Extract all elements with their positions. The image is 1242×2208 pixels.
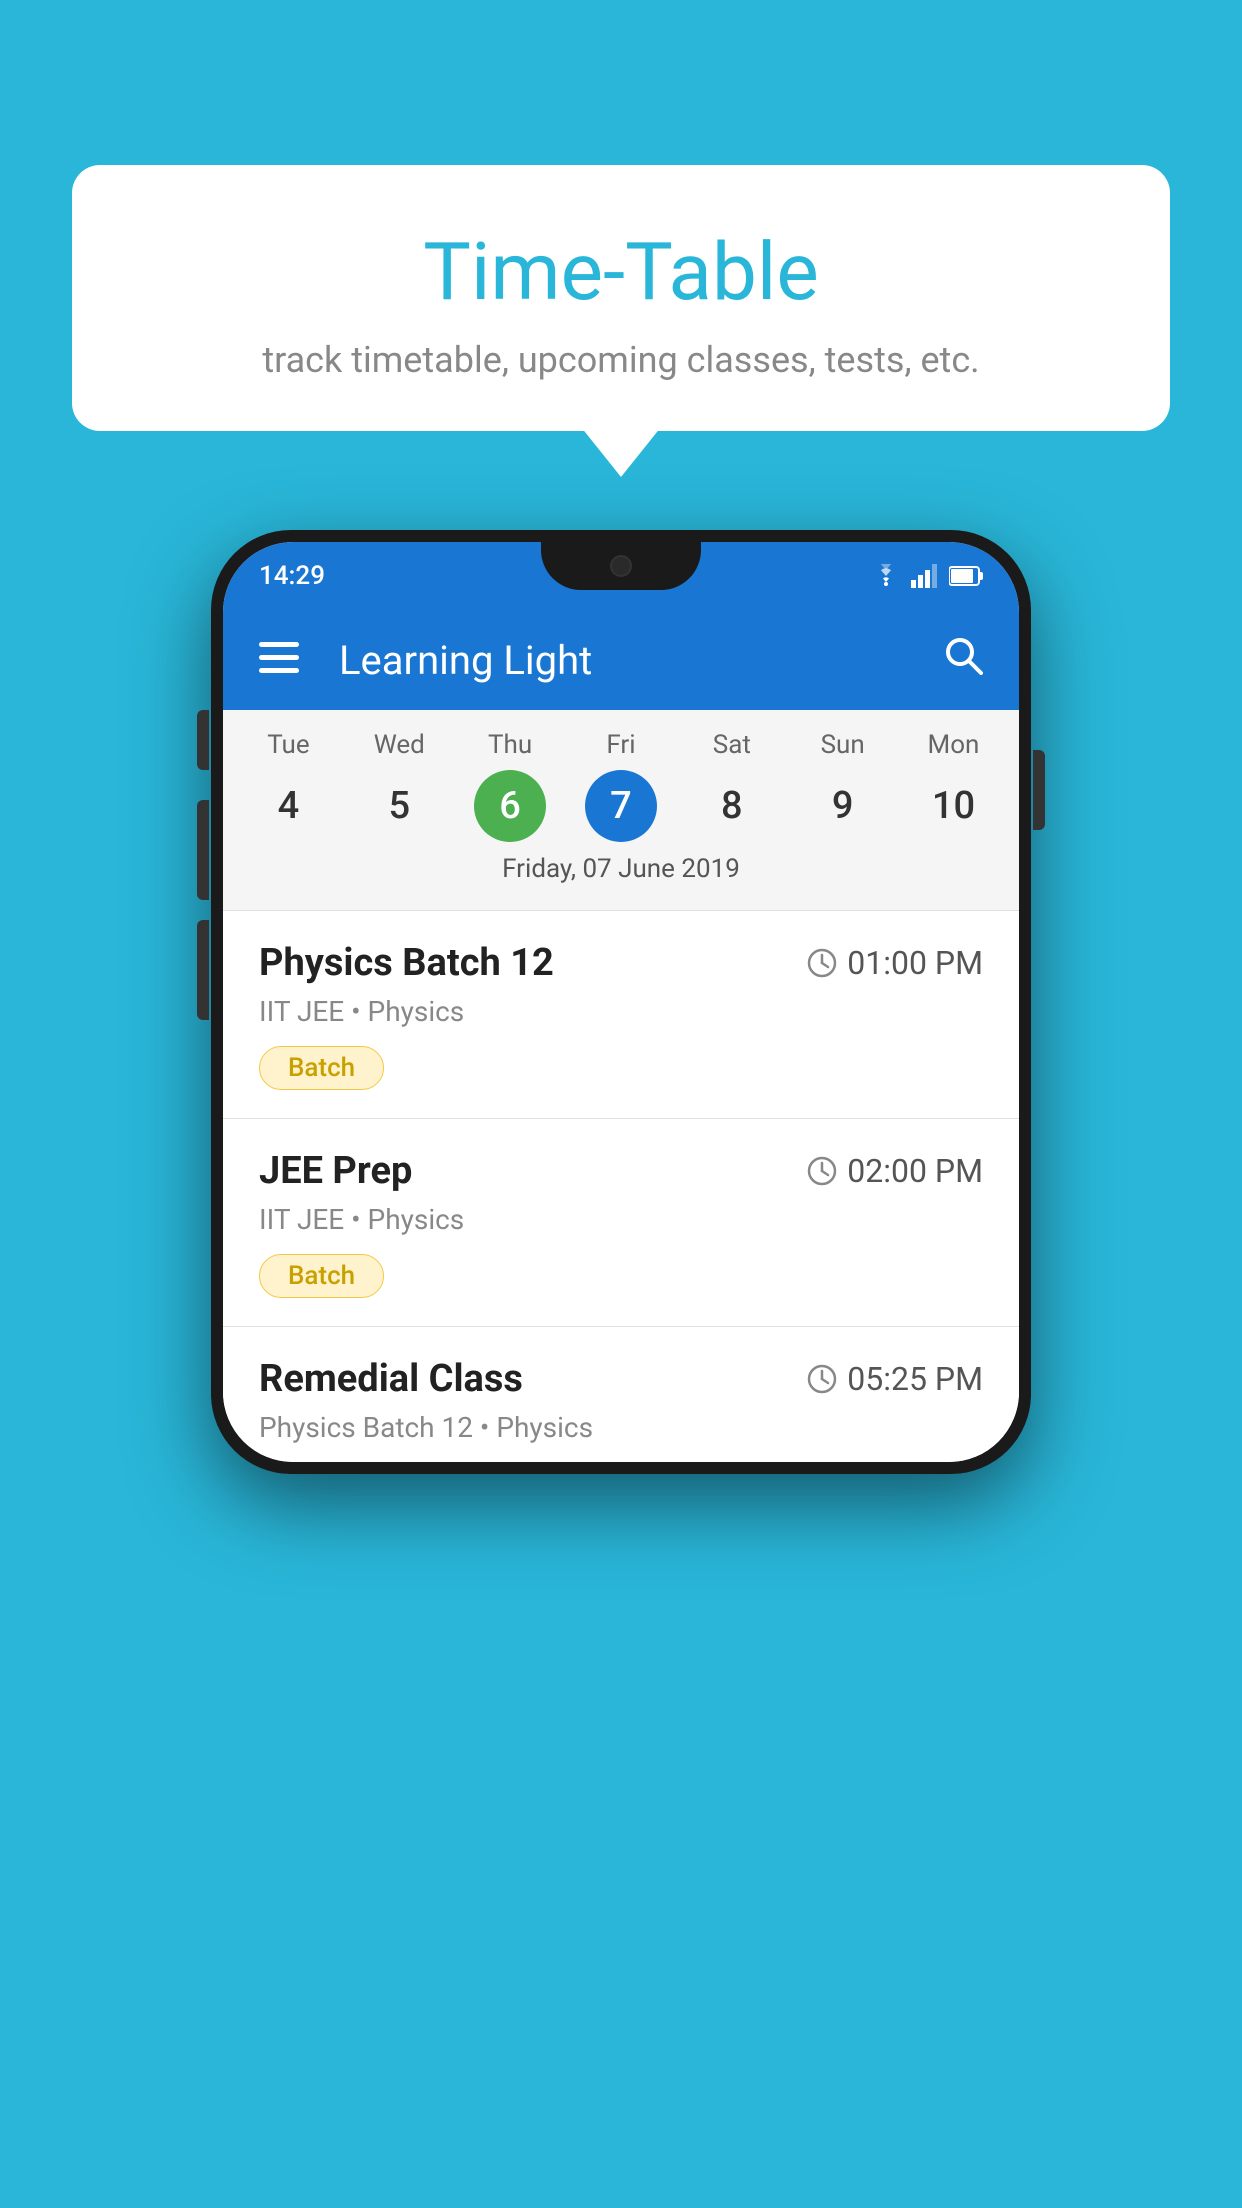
class-item-2-header: JEE Prep 02:00 PM bbox=[259, 1149, 983, 1193]
menu-icon[interactable] bbox=[259, 637, 299, 684]
batch-badge-1: Batch bbox=[259, 1046, 384, 1090]
class-meta-3: Physics Batch 12 • Physics bbox=[259, 1411, 983, 1444]
day-num-fri: 7 bbox=[585, 770, 657, 842]
toolbar-title: Learning Light bbox=[329, 637, 913, 684]
status-icons bbox=[871, 564, 983, 588]
class-time-text-1: 01:00 PM bbox=[847, 944, 983, 982]
day-name-sun: Sun bbox=[821, 730, 865, 760]
status-time: 14:29 bbox=[259, 561, 325, 591]
calendar-day-tue[interactable]: Tue 4 bbox=[238, 730, 338, 842]
wifi-icon bbox=[871, 564, 901, 588]
battery-icon bbox=[949, 565, 983, 587]
day-num-mon: 10 bbox=[917, 770, 989, 842]
day-name-wed: Wed bbox=[374, 730, 425, 760]
day-num-thu: 6 bbox=[474, 770, 546, 842]
day-name-tue: Tue bbox=[267, 730, 309, 760]
clock-icon-3 bbox=[807, 1364, 837, 1394]
clock-icon-2 bbox=[807, 1156, 837, 1186]
calendar-day-thu[interactable]: Thu 6 bbox=[460, 730, 560, 842]
day-num-sat: 8 bbox=[696, 770, 768, 842]
volume-down-button bbox=[197, 800, 209, 900]
class-item-1[interactable]: Physics Batch 12 01:00 PM IIT JEE • Phys… bbox=[223, 910, 1019, 1118]
class-item-3[interactable]: Remedial Class 05:25 PM Physics Batch 12… bbox=[223, 1326, 1019, 1462]
notch bbox=[541, 542, 701, 590]
day-num-wed: 5 bbox=[363, 770, 435, 842]
calendar-day-mon[interactable]: Mon 10 bbox=[903, 730, 1003, 842]
class-time-1: 01:00 PM bbox=[807, 944, 983, 982]
signal-icon bbox=[911, 564, 939, 588]
day-name-sat: Sat bbox=[713, 730, 751, 760]
class-name-1: Physics Batch 12 bbox=[259, 941, 554, 985]
calendar-strip: Tue 4 Wed 5 Thu 6 Fri 7 bbox=[223, 710, 1019, 910]
day-num-sun: 9 bbox=[807, 770, 879, 842]
tooltip-card: Time-Table track timetable, upcoming cla… bbox=[72, 165, 1170, 431]
class-time-text-2: 02:00 PM bbox=[847, 1152, 983, 1190]
class-item-1-header: Physics Batch 12 01:00 PM bbox=[259, 941, 983, 985]
phone-outer: 14:29 bbox=[211, 530, 1031, 1474]
day-num-tue: 4 bbox=[252, 770, 324, 842]
phone-mockup: 14:29 bbox=[211, 530, 1031, 1474]
app-toolbar: Learning Light bbox=[223, 610, 1019, 710]
tooltip-title: Time-Table bbox=[112, 225, 1130, 319]
silent-button bbox=[197, 920, 209, 1020]
selected-date-label: Friday, 07 June 2019 bbox=[223, 842, 1019, 900]
front-camera bbox=[610, 555, 632, 577]
search-icon[interactable] bbox=[943, 635, 983, 685]
calendar-days-row: Tue 4 Wed 5 Thu 6 Fri 7 bbox=[223, 730, 1019, 842]
day-name-mon: Mon bbox=[928, 730, 980, 760]
calendar-day-wed[interactable]: Wed 5 bbox=[349, 730, 449, 842]
calendar-day-fri[interactable]: Fri 7 bbox=[571, 730, 671, 842]
phone-screen: 14:29 bbox=[223, 542, 1019, 1462]
day-name-thu: Thu bbox=[488, 730, 532, 760]
class-name-3: Remedial Class bbox=[259, 1357, 523, 1401]
calendar-day-sun[interactable]: Sun 9 bbox=[793, 730, 893, 842]
class-meta-2: IIT JEE • Physics bbox=[259, 1203, 983, 1236]
clock-icon-1 bbox=[807, 948, 837, 978]
batch-badge-2: Batch bbox=[259, 1254, 384, 1298]
power-button bbox=[1033, 750, 1045, 830]
class-time-3: 05:25 PM bbox=[807, 1360, 983, 1398]
tooltip-subtitle: track timetable, upcoming classes, tests… bbox=[112, 339, 1130, 381]
class-item-3-header: Remedial Class 05:25 PM bbox=[259, 1357, 983, 1401]
volume-up-button bbox=[197, 710, 209, 770]
class-time-2: 02:00 PM bbox=[807, 1152, 983, 1190]
class-item-2[interactable]: JEE Prep 02:00 PM IIT JEE • Physics Batc… bbox=[223, 1118, 1019, 1326]
class-meta-1: IIT JEE • Physics bbox=[259, 995, 983, 1028]
day-name-fri: Fri bbox=[606, 730, 635, 760]
status-bar: 14:29 bbox=[223, 542, 1019, 610]
class-name-2: JEE Prep bbox=[259, 1149, 412, 1193]
calendar-day-sat[interactable]: Sat 8 bbox=[682, 730, 782, 842]
class-time-text-3: 05:25 PM bbox=[847, 1360, 983, 1398]
